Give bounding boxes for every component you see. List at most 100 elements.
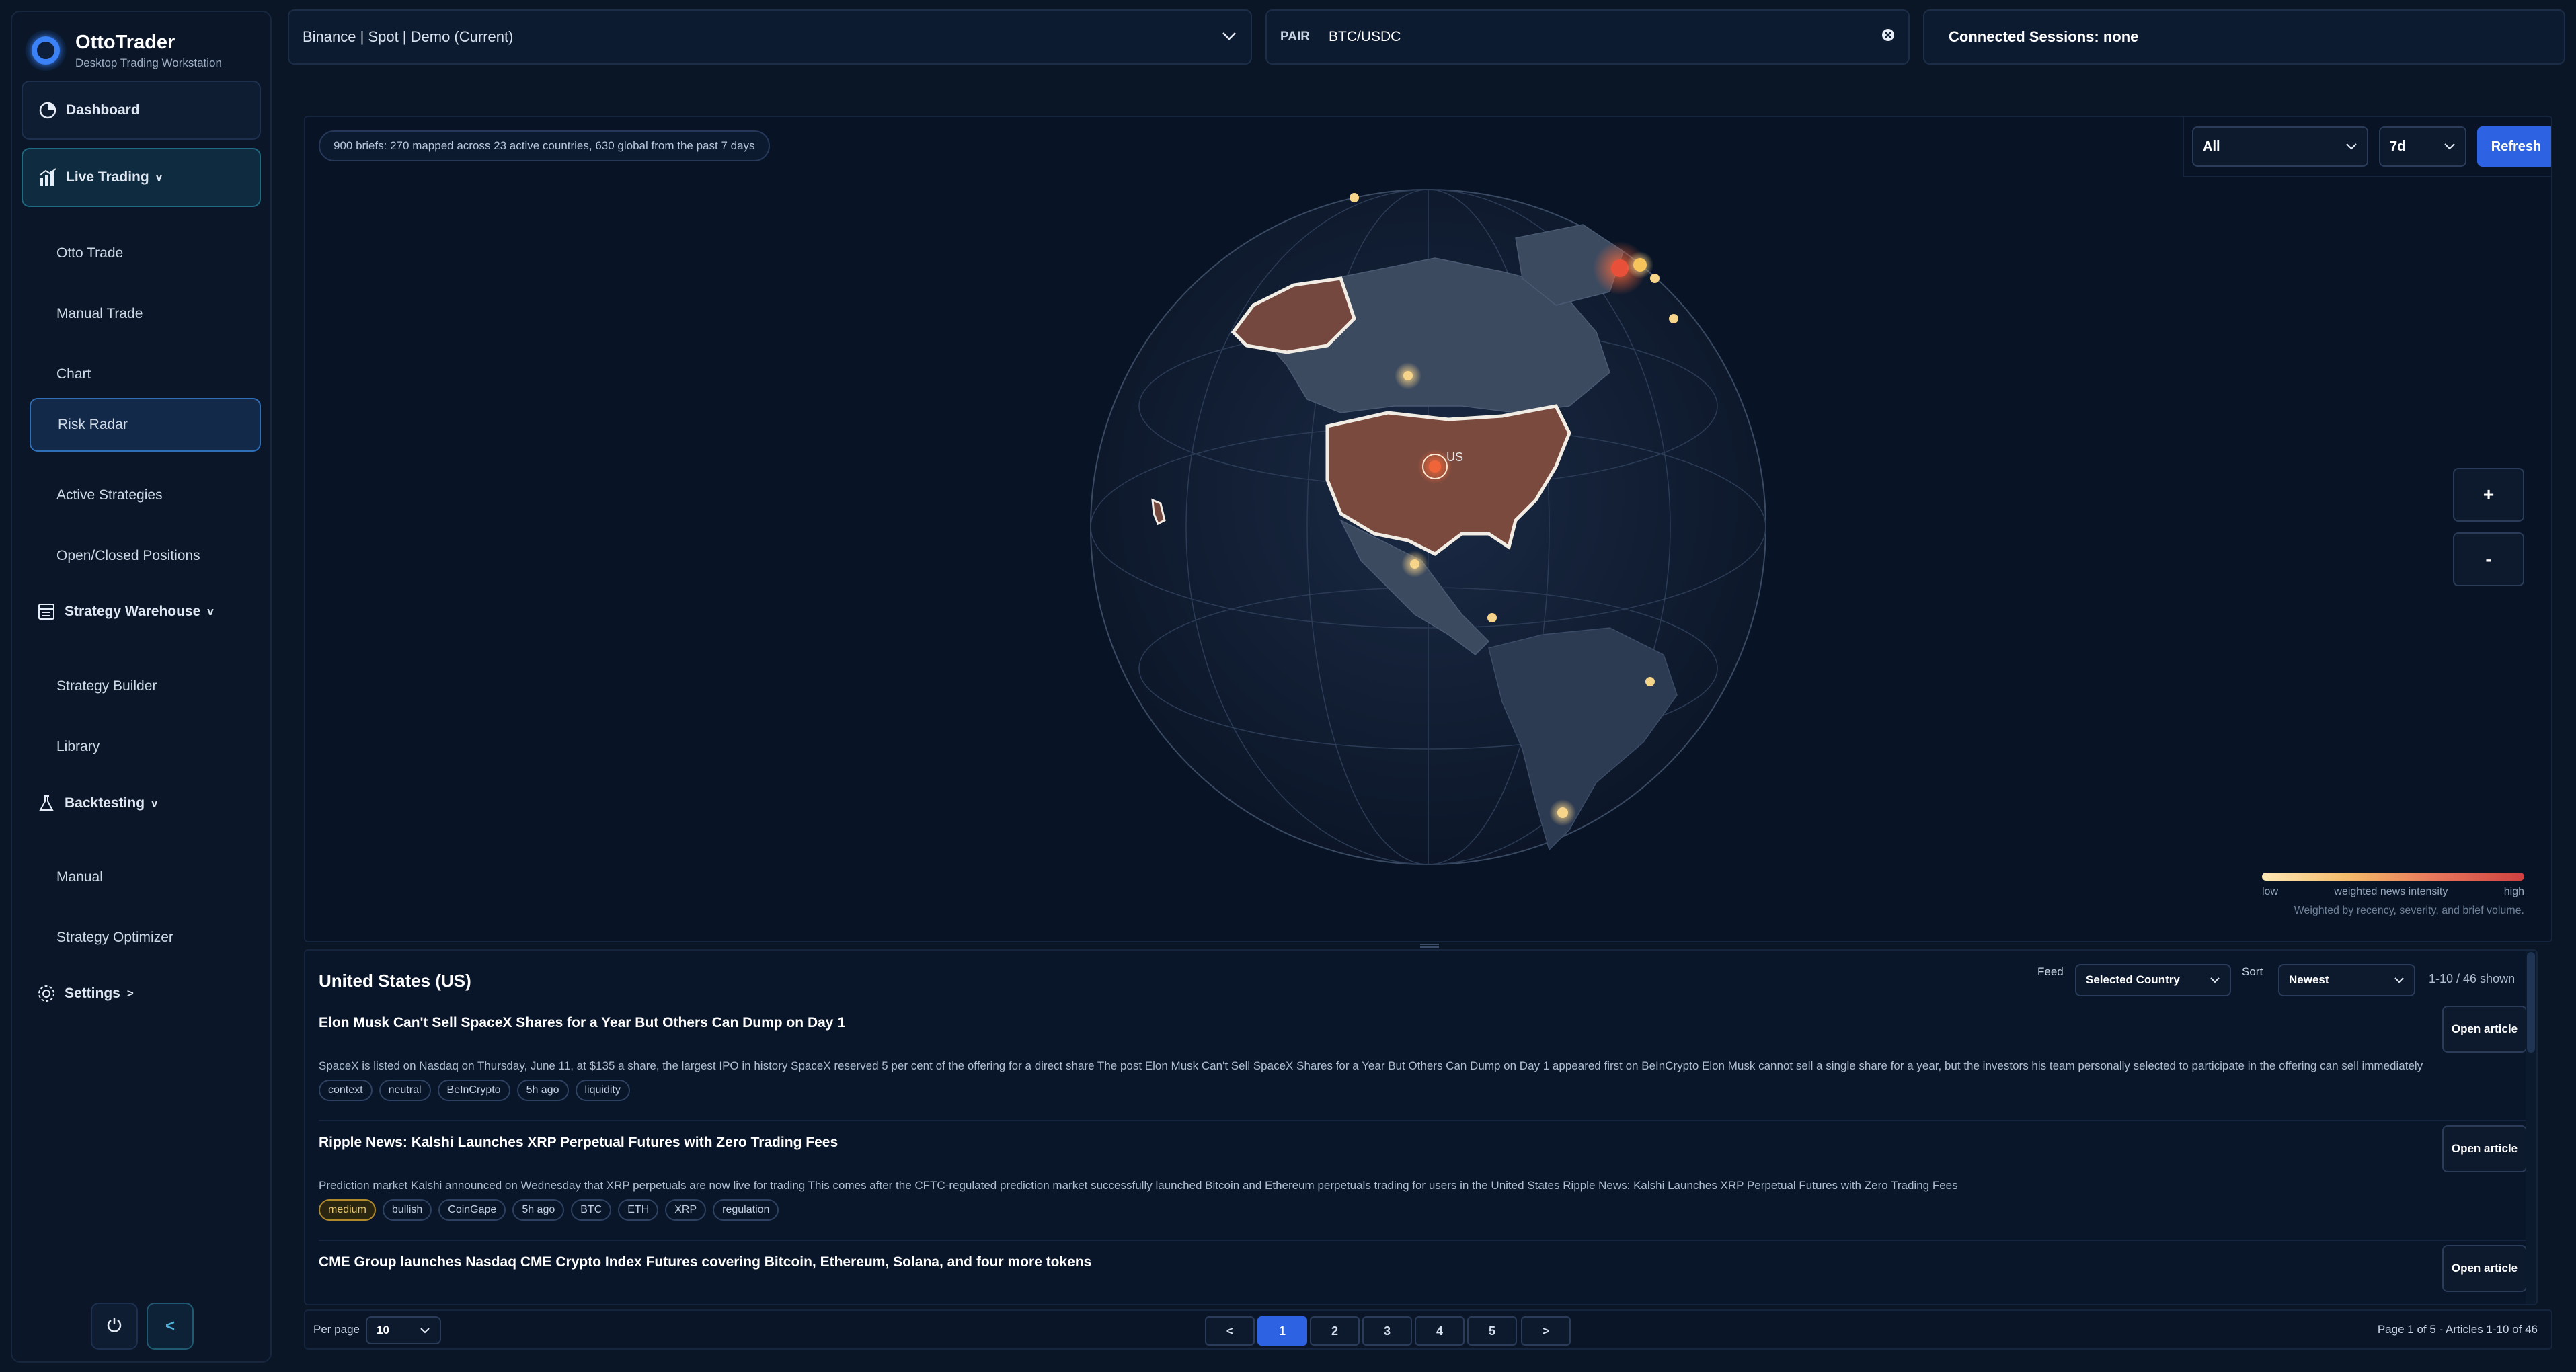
tag: CoinGape (438, 1199, 506, 1221)
tag: BTC (571, 1199, 612, 1221)
tag: BeInCrypto (437, 1080, 510, 1101)
panel-resize-handle[interactable] (1420, 944, 1439, 948)
chevron-down-icon (420, 1324, 430, 1337)
page-2-button[interactable]: 2 (1310, 1316, 1360, 1346)
feed-value: Selected Country (2086, 973, 2180, 986)
refresh-button[interactable]: Refresh (2477, 126, 2551, 167)
per-page-label: Per page (313, 1323, 360, 1336)
chevron-down-icon (2345, 139, 2357, 155)
chevron-down-icon: v (155, 171, 163, 184)
nav-manual-trade[interactable]: Manual Trade (30, 286, 261, 341)
news-country-title: United States (US) (319, 971, 471, 991)
zoom-in-button[interactable]: + (2453, 468, 2524, 522)
legend-note: Weighted by recency, severity, and brief… (2294, 905, 2524, 916)
time-range-value: 7d (2390, 138, 2406, 154)
page-3-button[interactable]: 3 (1362, 1316, 1412, 1346)
tag: liquidity (575, 1080, 630, 1101)
risk-radar-map[interactable]: 900 briefs: 270 mapped across 23 active … (304, 116, 2552, 942)
legend-gradient-bar (2262, 873, 2524, 881)
dashboard-icon (38, 100, 58, 120)
pair-field[interactable]: PAIR BTC/USDC (1265, 9, 1910, 65)
power-button[interactable] (91, 1303, 138, 1350)
sort-select[interactable]: Newest (2278, 964, 2415, 996)
pair-input[interactable]: BTC/USDC (1329, 29, 1881, 45)
category-filter-select[interactable]: All (2192, 126, 2368, 167)
nav-live-trading-label: Live Trading (66, 169, 149, 185)
tag: ETH (618, 1199, 659, 1221)
tag: context (319, 1080, 373, 1101)
legend-high: high (2503, 886, 2524, 897)
intensity-legend: low weighted news intensity high Weighte… (2262, 873, 2524, 917)
nav-dashboard[interactable]: Dashboard (22, 81, 261, 140)
chevron-down-icon (2394, 973, 2405, 987)
page-5-button[interactable]: 5 (1467, 1316, 1517, 1346)
nav-chart[interactable]: Chart (30, 347, 261, 402)
news-panel: United States (US) Feed Selected Country… (304, 949, 2538, 1305)
collapse-sidebar-button[interactable]: < (147, 1303, 194, 1350)
nav-backtesting[interactable]: Backtesting v (22, 783, 261, 823)
nav-strategy-optimizer[interactable]: Strategy Optimizer (30, 910, 261, 965)
nav-library-label: Library (56, 739, 100, 754)
globe[interactable]: US (1085, 184, 1771, 870)
nav-library[interactable]: Library (30, 719, 261, 774)
scrollbar-thumb[interactable] (2527, 952, 2535, 1053)
chevron-right-icon: > (126, 987, 134, 1000)
nav-manual-trade-label: Manual Trade (56, 306, 143, 321)
prev-page-button[interactable]: < (1205, 1316, 1255, 1346)
pagination-bar: Per page 10 < 1 2 3 4 5 > Page 1 of 5 - … (304, 1309, 2552, 1350)
nav-strategy-builder-label: Strategy Builder (56, 678, 157, 694)
app-subtitle: Desktop Trading Workstation (75, 56, 222, 69)
article-tags: medium bullish CoinGape 5h ago BTC ETH X… (319, 1199, 785, 1221)
chevron-down-icon (1221, 28, 1237, 46)
time-range-select[interactable]: 7d (2379, 126, 2466, 167)
nav-active-strategies-label: Active Strategies (56, 487, 163, 503)
connected-sessions: Connected Sessions: none (1923, 9, 2565, 65)
page-4-button[interactable]: 4 (1415, 1316, 1465, 1346)
article-body: SpaceX is listed on Nasdaq on Thursday, … (319, 1059, 2423, 1072)
page-status: Page 1 of 5 - Articles 1-10 of 46 (2377, 1323, 2538, 1336)
app-title: OttoTrader (75, 31, 175, 53)
nav-settings[interactable]: Settings > (22, 973, 261, 1014)
tag: bullish (382, 1199, 432, 1221)
feed-select[interactable]: Selected Country (2075, 964, 2231, 996)
exchange-select[interactable]: Binance | Spot | Demo (Current) (288, 9, 1252, 65)
news-article: Elon Musk Can't Sell SpaceX Shares for a… (319, 1006, 2527, 1121)
nav-otto-trade[interactable]: Otto Trade (30, 226, 261, 281)
map-filter-panel: All 7d Refresh (2183, 117, 2551, 177)
zoom-out-button[interactable]: - (2453, 532, 2524, 586)
warehouse-icon (36, 602, 56, 622)
nav-open-closed-positions[interactable]: Open/Closed Positions (30, 528, 261, 583)
nav-strategy-warehouse[interactable]: Strategy Warehouse v (22, 592, 261, 632)
chevron-down-icon (2210, 973, 2220, 987)
nav-chart-label: Chart (56, 366, 91, 382)
chevron-left-icon: < (165, 1317, 175, 1335)
nav-live-trading[interactable]: Live Trading v (22, 148, 261, 207)
per-page-select[interactable]: 10 (366, 1316, 441, 1344)
app-logo (26, 30, 66, 71)
feed-label: Feed (2037, 965, 2064, 978)
nav-risk-radar[interactable]: Risk Radar (30, 398, 261, 452)
flask-icon (36, 793, 56, 813)
chevron-down-icon: v (207, 605, 214, 618)
article-title: Ripple News: Kalshi Launches XRP Perpetu… (319, 1135, 838, 1150)
nav-backtest-manual[interactable]: Manual (30, 850, 261, 905)
open-article-button[interactable]: Open article (2442, 1245, 2527, 1292)
nav-dashboard-label: Dashboard (66, 102, 140, 118)
sort-label: Sort (2242, 965, 2263, 978)
nav-risk-radar-label: Risk Radar (58, 417, 128, 432)
article-tags: context neutral BeInCrypto 5h ago liquid… (319, 1080, 637, 1101)
next-page-button[interactable]: > (1521, 1316, 1571, 1346)
open-article-button[interactable]: Open article (2442, 1125, 2527, 1172)
nav-backtesting-label: Backtesting (65, 795, 145, 811)
news-scrollbar[interactable] (2526, 951, 2536, 1304)
chevron-down-icon: v (151, 797, 158, 809)
brand: OttoTrader Desktop Trading Workstation (26, 26, 222, 75)
nav-strategy-builder[interactable]: Strategy Builder (30, 659, 261, 714)
nav-active-strategies[interactable]: Active Strategies (30, 468, 261, 523)
page-1-button[interactable]: 1 (1257, 1316, 1307, 1346)
tag: neutral (379, 1080, 431, 1101)
tag: 5h ago (516, 1080, 569, 1101)
nav-backtest-manual-label: Manual (56, 869, 103, 885)
open-article-button[interactable]: Open article (2442, 1006, 2527, 1053)
clear-icon[interactable] (1881, 28, 1895, 46)
